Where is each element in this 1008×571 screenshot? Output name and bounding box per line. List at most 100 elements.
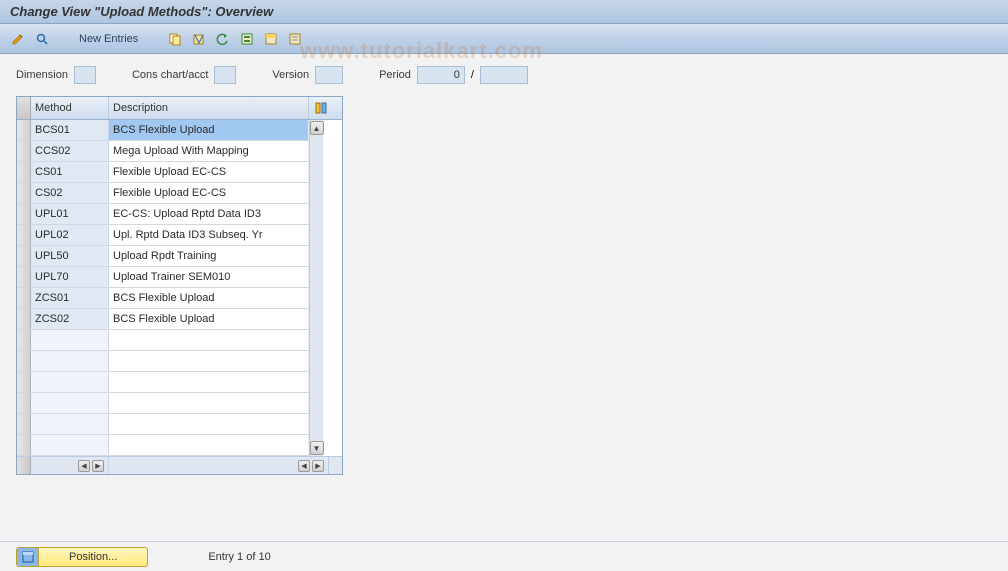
cell-description[interactable] (109, 330, 309, 350)
cell-description[interactable] (109, 435, 309, 455)
cell-method[interactable]: UPL50 (31, 246, 109, 266)
toggle-display-change-icon[interactable] (8, 29, 28, 49)
cell-method[interactable]: ZCS01 (31, 288, 109, 308)
cell-description[interactable] (109, 414, 309, 434)
hscroll-left2-button[interactable]: ◀ (298, 460, 310, 472)
select-block-icon[interactable] (261, 29, 281, 49)
row-selector[interactable] (17, 204, 31, 224)
table-row[interactable]: CS01Flexible Upload EC-CS (17, 162, 309, 183)
row-selector[interactable] (17, 414, 31, 434)
table-row[interactable] (17, 435, 309, 456)
row-selector[interactable] (17, 120, 31, 140)
cell-description[interactable]: Flexible Upload EC-CS (109, 162, 309, 182)
table-row[interactable]: UPL70Upload Trainer SEM010 (17, 267, 309, 288)
grid-configure-icon[interactable] (309, 97, 333, 119)
row-selector[interactable] (17, 267, 31, 287)
table-row[interactable]: CCS02Mega Upload With Mapping (17, 141, 309, 162)
table-row[interactable] (17, 393, 309, 414)
horizontal-scrollbar[interactable]: ◀ ▶ ◀ ▶ (17, 456, 342, 474)
period-field[interactable] (417, 66, 465, 84)
cell-description[interactable] (109, 351, 309, 371)
hscroll-right2-button[interactable]: ▶ (312, 460, 324, 472)
row-selector[interactable] (17, 309, 31, 329)
row-selector[interactable] (17, 393, 31, 413)
cell-description[interactable]: Mega Upload With Mapping (109, 141, 309, 161)
cell-description[interactable]: Upload Rpdt Training (109, 246, 309, 266)
title-bar: Change View "Upload Methods": Overview (0, 0, 1008, 24)
row-selector[interactable] (17, 372, 31, 392)
page-title: Change View "Upload Methods": Overview (10, 4, 273, 19)
row-selector[interactable] (17, 351, 31, 371)
row-selector[interactable] (17, 141, 31, 161)
cell-method[interactable] (31, 351, 109, 371)
period-year-field[interactable] (480, 66, 528, 84)
period-separator: / (471, 69, 474, 81)
other-view-icon[interactable] (32, 29, 52, 49)
new-entries-button[interactable]: New Entries (70, 30, 147, 48)
grid-header-selector[interactable] (17, 97, 31, 119)
cell-method[interactable] (31, 330, 109, 350)
row-selector[interactable] (17, 330, 31, 350)
version-field[interactable] (315, 66, 343, 84)
undo-change-icon[interactable] (213, 29, 233, 49)
table-row[interactable] (17, 414, 309, 435)
delete-icon[interactable] (189, 29, 209, 49)
cell-description[interactable]: Upload Trainer SEM010 (109, 267, 309, 287)
filter-bar: Dimension Cons chart/acct Version Period… (0, 54, 1008, 92)
scroll-down-button[interactable]: ▼ (310, 441, 324, 455)
grid-body: BCS01BCS Flexible UploadCCS02Mega Upload… (17, 120, 309, 456)
cell-method[interactable] (31, 372, 109, 392)
cons-chart-field[interactable] (214, 66, 236, 84)
cell-method[interactable] (31, 435, 109, 455)
table-row[interactable]: UPL50Upload Rpdt Training (17, 246, 309, 267)
scroll-track[interactable] (310, 136, 323, 440)
grid-col-method[interactable]: Method (31, 97, 109, 119)
deselect-all-icon[interactable] (285, 29, 305, 49)
cell-method[interactable]: CS01 (31, 162, 109, 182)
table-row[interactable]: ZCS02BCS Flexible Upload (17, 309, 309, 330)
table-row[interactable]: UPL01EC-CS: Upload Rptd Data ID3 (17, 204, 309, 225)
row-selector[interactable] (17, 246, 31, 266)
row-selector[interactable] (17, 288, 31, 308)
row-selector[interactable] (17, 435, 31, 455)
cell-method[interactable]: UPL02 (31, 225, 109, 245)
table-row[interactable]: ZCS01BCS Flexible Upload (17, 288, 309, 309)
position-icon (17, 548, 39, 566)
cell-method[interactable] (31, 393, 109, 413)
grid-col-description[interactable]: Description (109, 97, 309, 119)
row-selector[interactable] (17, 183, 31, 203)
cell-description[interactable]: Upl. Rptd Data ID3 Subseq. Yr (109, 225, 309, 245)
cell-method[interactable] (31, 414, 109, 434)
row-selector[interactable] (17, 162, 31, 182)
vertical-scrollbar[interactable]: ▲ ▼ (309, 120, 323, 456)
table-row[interactable] (17, 372, 309, 393)
row-selector[interactable] (17, 225, 31, 245)
copy-as-icon[interactable] (165, 29, 185, 49)
position-button[interactable]: Position... (16, 547, 148, 567)
table-row[interactable]: BCS01BCS Flexible Upload (17, 120, 309, 141)
cell-description[interactable]: BCS Flexible Upload (109, 120, 309, 140)
cell-description[interactable]: BCS Flexible Upload (109, 309, 309, 329)
dimension-field[interactable] (74, 66, 96, 84)
table-row[interactable]: UPL02Upl. Rptd Data ID3 Subseq. Yr (17, 225, 309, 246)
cell-method[interactable]: BCS01 (31, 120, 109, 140)
scroll-up-button[interactable]: ▲ (310, 121, 324, 135)
table-row[interactable]: CS02Flexible Upload EC-CS (17, 183, 309, 204)
cell-method[interactable]: ZCS02 (31, 309, 109, 329)
entry-counter: Entry 1 of 10 (208, 551, 270, 563)
table-row[interactable] (17, 330, 309, 351)
cell-method[interactable]: CS02 (31, 183, 109, 203)
cell-description[interactable]: EC-CS: Upload Rptd Data ID3 (109, 204, 309, 224)
cell-description[interactable]: Flexible Upload EC-CS (109, 183, 309, 203)
hscroll-left-button[interactable]: ◀ (78, 460, 90, 472)
cell-method[interactable]: CCS02 (31, 141, 109, 161)
methods-grid: Method Description BCS01BCS Flexible Upl… (16, 96, 343, 475)
table-row[interactable] (17, 351, 309, 372)
cell-method[interactable]: UPL70 (31, 267, 109, 287)
hscroll-right-button[interactable]: ▶ (92, 460, 104, 472)
cell-method[interactable]: UPL01 (31, 204, 109, 224)
select-all-icon[interactable] (237, 29, 257, 49)
cell-description[interactable] (109, 393, 309, 413)
cell-description[interactable] (109, 372, 309, 392)
cell-description[interactable]: BCS Flexible Upload (109, 288, 309, 308)
